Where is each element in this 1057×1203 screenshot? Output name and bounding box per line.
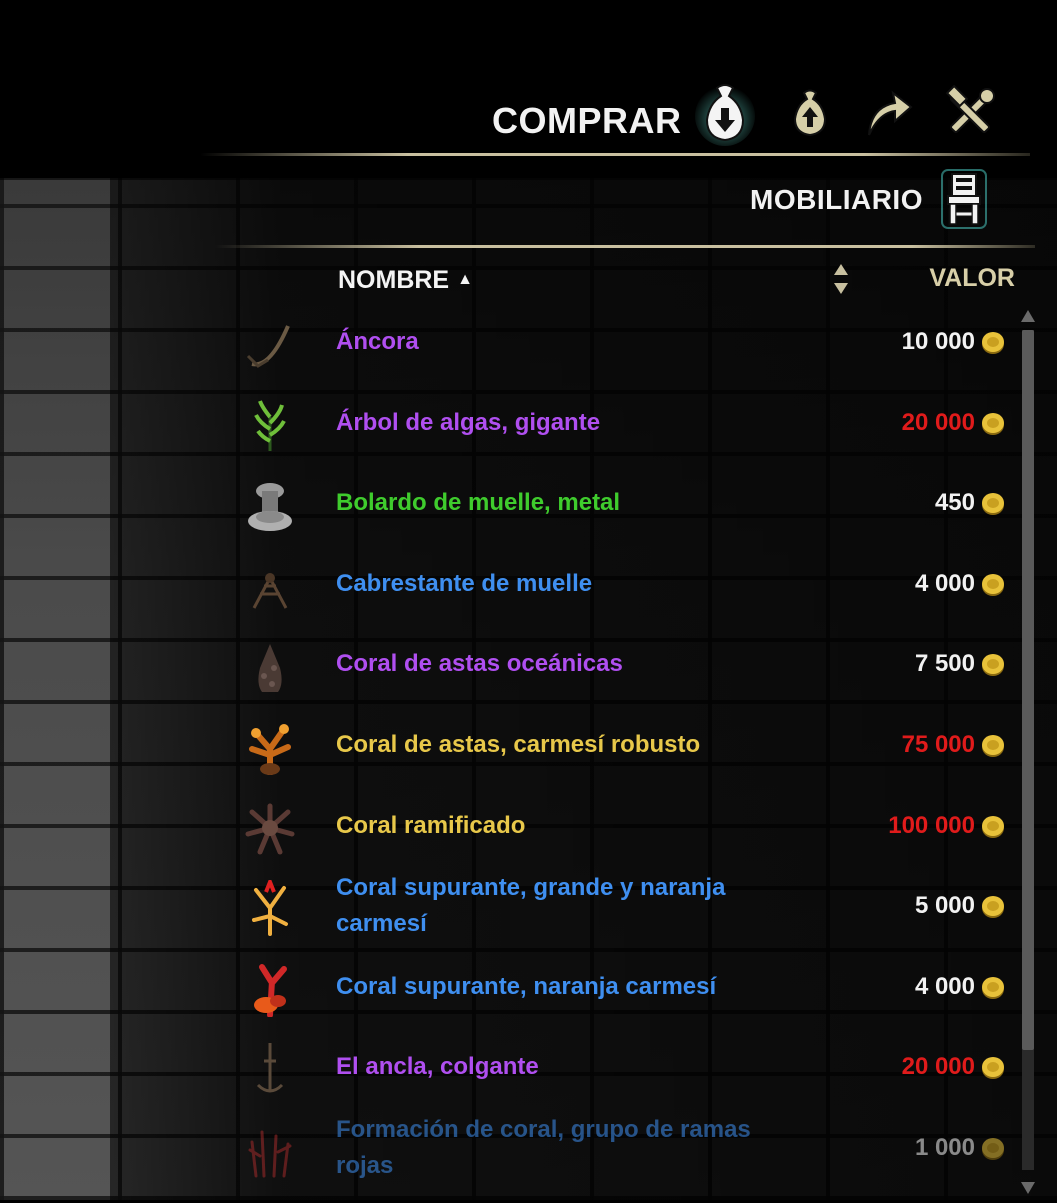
item-price: 10 000 <box>901 328 975 355</box>
item-price: 100 000 <box>888 811 975 839</box>
gold-coin-icon <box>981 1056 1005 1080</box>
header-divider <box>200 153 1030 156</box>
red-coral-formation-icon <box>242 1122 298 1178</box>
gold-coin-icon <box>981 734 1005 758</box>
item-price: 20 000 <box>901 408 975 436</box>
gold-coin-icon <box>981 573 1005 597</box>
value-column-header[interactable]: VALOR <box>925 264 1015 296</box>
scroll-up-icon <box>1021 310 1035 322</box>
item-name: Coral de astas oceánicas <box>336 650 623 678</box>
scroll-up-button[interactable] <box>1018 306 1038 328</box>
item-name: Áncora <box>336 328 419 355</box>
sort-ascending-icon: ▲ <box>457 271 473 288</box>
list-item[interactable]: Árbol de algas, gigante 20 000 <box>230 383 1015 463</box>
list-item[interactable]: Coral supurante, naranja carmesí 4 000 <box>230 947 1015 1027</box>
orange-coral-large-icon <box>242 876 298 937</box>
sort-toggle-button[interactable] <box>826 260 856 298</box>
item-price: 5 000 <box>914 892 975 920</box>
antler-coral-icon <box>242 638 298 694</box>
item-name: Coral supurante, naranja carmesí <box>336 972 717 1000</box>
gold-coin-icon <box>981 976 1005 1000</box>
sell-bag-icon <box>793 89 827 137</box>
list-item[interactable]: Coral de astas, carmesí robusto 75 000 <box>230 705 1015 785</box>
category-divider <box>215 245 1035 248</box>
buy-bag-icon <box>695 84 755 146</box>
item-name: Coral de astas, carmesí robusto <box>336 731 701 758</box>
gold-coin-icon <box>981 412 1005 436</box>
list-item[interactable]: Áncora 10 000 <box>230 302 1015 382</box>
scroll-down-icon <box>1021 1182 1035 1194</box>
scrollbar-thumb[interactable] <box>1022 330 1034 1050</box>
sort-updown-icon <box>834 264 848 294</box>
anchor-icon <box>242 316 298 372</box>
category-title: MOBILIARIO <box>750 184 923 215</box>
name-column-label: NOMBRE <box>338 265 450 294</box>
crimson-coral-icon <box>242 719 298 776</box>
gold-coin-icon <box>981 815 1005 839</box>
buyback-arrow-icon <box>868 90 913 136</box>
item-name: Formación de coral, grupo de ramas rojas <box>336 1116 751 1179</box>
item-name: El ancla, colgante <box>336 1053 539 1081</box>
gold-coin-icon <box>981 492 1005 516</box>
store-mode-title: COMPRAR <box>492 100 682 141</box>
list-item[interactable]: El ancla, colgante 20 000 <box>230 1027 1015 1107</box>
gold-coin-icon <box>981 653 1005 677</box>
buy-tab[interactable] <box>695 80 755 146</box>
gold-coin-icon <box>981 331 1005 355</box>
orange-coral-icon <box>242 961 298 1018</box>
item-price: 4 000 <box>914 569 975 597</box>
gold-coin-icon <box>981 895 1005 919</box>
item-price: 20 000 <box>901 1053 975 1081</box>
bollard-icon <box>242 477 298 533</box>
capstan-icon <box>242 558 298 614</box>
repair-tools-icon <box>945 85 995 133</box>
list-item[interactable]: Coral ramificado 100 000 <box>230 786 1015 866</box>
branching-coral-icon <box>242 800 298 856</box>
hanging-anchor-icon <box>242 1041 298 1097</box>
item-price: 1 000 <box>914 1134 975 1161</box>
item-name: Bolardo de muelle, metal <box>336 489 621 517</box>
item-price: 4 000 <box>914 972 975 1000</box>
furniture-category-button[interactable] <box>940 168 988 230</box>
chair-icon <box>941 169 987 229</box>
item-name: Coral supurante, grande y naranja carmes… <box>336 874 726 938</box>
repair-tab[interactable] <box>940 80 1000 146</box>
item-price: 7 500 <box>914 650 975 678</box>
name-column-header[interactable]: NOMBRE ▲ <box>338 264 473 296</box>
kelp-tree-icon <box>242 397 298 453</box>
item-name: Árbol de algas, gigante <box>336 408 601 436</box>
list-item[interactable]: Bolardo de muelle, metal 450 <box>230 463 1015 543</box>
item-price: 75 000 <box>901 731 975 758</box>
list-item[interactable]: Cabrestante de muelle 4 000 <box>230 544 1015 624</box>
list-item[interactable]: Formación de coral, grupo de ramas rojas… <box>230 1108 1015 1188</box>
gold-coin-icon <box>981 1137 1005 1161</box>
scroll-down-button[interactable] <box>1018 1176 1038 1198</box>
item-name: Coral ramificado <box>336 811 526 839</box>
list-item[interactable]: Coral supurante, grande y naranja carmes… <box>230 866 1015 946</box>
item-name: Cabrestante de muelle <box>336 569 593 597</box>
buyback-tab[interactable] <box>858 80 918 146</box>
item-list: Áncora 10 000 Árbol de algas, gigante 20 00… <box>230 302 1015 1200</box>
list-item[interactable]: Coral de astas oceánicas 7 500 <box>230 624 1015 704</box>
item-price: 450 <box>934 489 975 517</box>
sell-tab[interactable] <box>780 80 840 146</box>
